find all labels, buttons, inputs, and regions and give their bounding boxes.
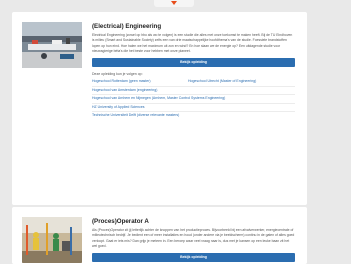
institution-link[interactable]: Hogeschool van Amsterdam (engineering) bbox=[92, 88, 157, 92]
institution-link[interactable]: Technische Universiteit Delft (diverse r… bbox=[92, 113, 179, 117]
institution-row: Hogeschool van Arnhem en Nijmegen (Arnhe… bbox=[92, 95, 295, 104]
study-thumbnail-image bbox=[22, 217, 82, 263]
institution-row: HZ University of Applied Sciences bbox=[92, 104, 295, 113]
study-thumbnail-image bbox=[22, 22, 82, 68]
study-description: Als (Proces)Operator zit jij letterlijk … bbox=[92, 228, 295, 248]
study-content: (Proces)Operator A Als (Proces)Operator … bbox=[92, 218, 295, 263]
study-content: (Electrical) Engineering Electrical Engi… bbox=[92, 23, 295, 120]
view-study-button[interactable]: Bekijk opleiding bbox=[92, 253, 295, 263]
study-card: (Electrical) Engineering Electrical Engi… bbox=[12, 12, 307, 205]
study-title: (Electrical) Engineering bbox=[92, 23, 162, 30]
study-title: (Proces)Operator A bbox=[92, 218, 149, 225]
institution-link[interactable]: HZ University of Applied Sciences bbox=[92, 105, 145, 109]
institution-list: Hogeschool Rotterdam (geen master) Hogesc… bbox=[92, 78, 295, 120]
institutions-intro: Deze opleiding kun je volgen op: bbox=[92, 72, 143, 77]
institution-link[interactable]: Hogeschool van Arnhem en Nijmegen (Arnhe… bbox=[92, 96, 225, 100]
institution-row: Technische Universiteit Delft (diverse r… bbox=[92, 112, 295, 120]
study-card: (Proces)Operator A Als (Proces)Operator … bbox=[12, 207, 307, 264]
institution-row: Hogeschool Rotterdam (geen master) Hogesc… bbox=[92, 78, 295, 87]
study-description: Electrical Engineering (zowel op hbo als… bbox=[92, 33, 293, 53]
scroll-top-tab[interactable] bbox=[154, 0, 194, 7]
view-study-button[interactable]: Bekijk opleiding bbox=[92, 58, 295, 68]
institution-link[interactable]: Hogeschool Utrecht (Master of Engineerin… bbox=[188, 79, 256, 83]
institution-row: Hogeschool van Amsterdam (engineering) bbox=[92, 87, 295, 96]
institution-link[interactable]: Hogeschool Rotterdam (geen master) bbox=[92, 78, 188, 86]
